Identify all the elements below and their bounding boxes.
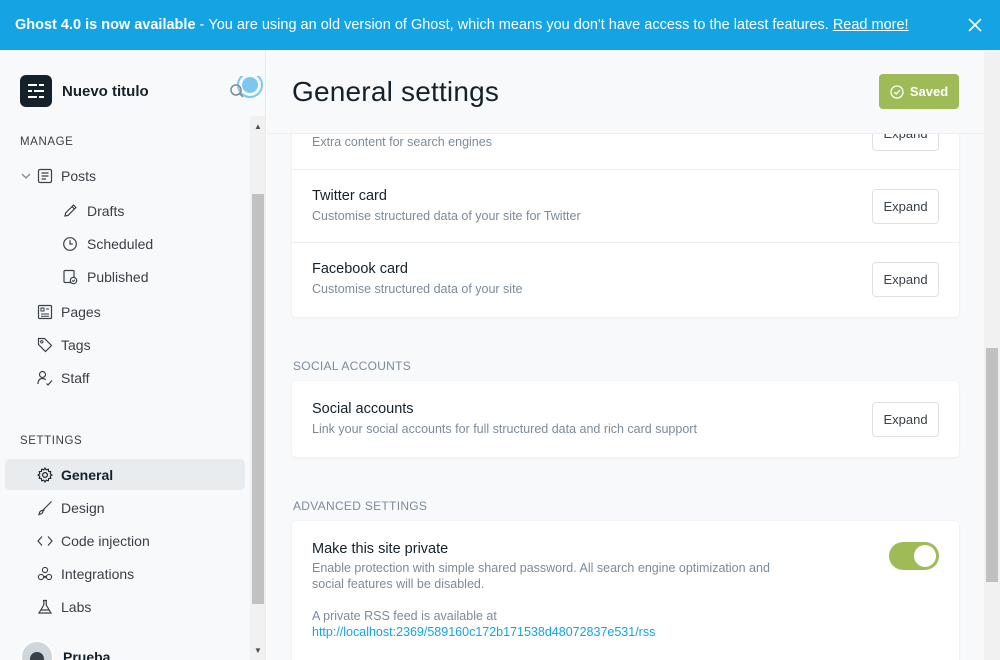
private-site-toggle[interactable] [889, 542, 939, 570]
page-header: General settings Saved [267, 50, 984, 134]
sidebar-scrollbar-thumb[interactable] [252, 194, 264, 604]
sidebar-item-label: Tags [61, 336, 91, 353]
gear-icon [36, 466, 54, 484]
row-title: Facebook card [312, 261, 408, 277]
sidebar-item-label: Drafts [87, 202, 125, 219]
row-description: Link your social accounts for full struc… [312, 422, 697, 436]
row-description-line2: social features will be disabled. [312, 577, 485, 591]
sidebar-item-label: General [61, 466, 114, 483]
sidebar-item-scheduled[interactable]: Scheduled [5, 228, 245, 259]
social-accounts-card: Social accounts Link your social account… [292, 381, 959, 457]
sidebar-item-labs[interactable]: Labs [5, 591, 245, 622]
sidebar-item-label: Code injection [61, 532, 150, 549]
published-icon [61, 268, 79, 286]
save-button-label: Saved [909, 84, 949, 99]
banner-separator: - [199, 17, 205, 33]
upgrade-banner: Ghost 4.0 is now available - You are usi… [0, 0, 1000, 50]
code-icon [36, 532, 54, 550]
expand-button[interactable]: Expand [872, 189, 939, 224]
save-button[interactable]: Saved [879, 74, 959, 109]
tag-icon [36, 336, 54, 354]
sidebar-item-label: Scheduled [87, 235, 154, 252]
banner-version-text: Ghost 4.0 is now available [15, 17, 196, 33]
site-title: Nuevo titulo [62, 82, 149, 100]
check-circle-icon [890, 84, 904, 99]
search-icon[interactable] [228, 72, 265, 116]
pencil-icon [61, 202, 79, 220]
meta-row-facebook: Facebook card Customise structured data … [292, 243, 959, 317]
private-site-card: Make this site private Enable protection… [292, 521, 959, 660]
row-title: Social accounts [312, 401, 414, 417]
row-description: Extra content for search engines [312, 135, 492, 149]
main-content: Extra content for search engines Expand … [267, 50, 1000, 660]
row-title: Twitter card [312, 188, 387, 204]
row-title: Make this site private [312, 541, 449, 557]
social-accounts-heading: SOCIAL ACCOUNTS [293, 359, 412, 373]
sidebar-item-design[interactable]: Design [5, 492, 245, 523]
sidebar-item-label: Labs [61, 598, 92, 615]
rss-feed-link[interactable]: http://localhost:2369/589160c172b171538d… [312, 625, 655, 639]
sidebar-item-label: Published [87, 268, 149, 285]
sidebar-item-label: Design [61, 499, 105, 516]
pages-icon [36, 303, 54, 321]
row-description: Customise structured data of your site [312, 282, 523, 296]
row-description: Customise structured data of your site f… [312, 209, 581, 223]
close-icon[interactable] [964, 14, 986, 36]
staff-icon [36, 369, 54, 387]
brush-icon [36, 499, 54, 517]
main-scrollbar[interactable] [984, 50, 1000, 660]
site-brand[interactable]: Nuevo titulo [20, 75, 149, 107]
sidebar-item-label: Posts [61, 167, 97, 184]
chevron-down-icon[interactable] [216, 654, 228, 660]
sidebar-item-staff[interactable]: Staff [5, 362, 245, 393]
site-logo-icon [20, 75, 52, 107]
main-scrollbar-thumb[interactable] [986, 348, 998, 582]
avatar [20, 640, 54, 660]
sidebar-item-general[interactable]: General [5, 459, 245, 490]
toggle-knob [914, 545, 936, 567]
expand-button[interactable]: Expand [872, 262, 939, 297]
meta-row-twitter: Twitter card Customise structured data o… [292, 170, 959, 243]
banner-read-more-link[interactable]: Read more! [833, 17, 909, 33]
posts-icon [36, 167, 54, 185]
sidebar-item-drafts[interactable]: Drafts [5, 195, 245, 226]
scroll-up-arrow-icon[interactable]: ▲ [254, 122, 262, 131]
sidebar-item-code-injection[interactable]: Code injection [5, 525, 245, 556]
banner-message: You are using an old version of Ghost, w… [208, 17, 829, 33]
sidebar-item-label: Integrations [61, 565, 135, 582]
sidebar-item-posts[interactable]: Posts [5, 160, 245, 191]
chevron-down-icon[interactable] [17, 167, 35, 185]
user-name: Prueba [63, 649, 111, 660]
sidebar-item-tags[interactable]: Tags [5, 329, 245, 360]
flask-icon [36, 598, 54, 616]
clock-icon [61, 235, 79, 253]
row-description-line1: Enable protection with simple shared pas… [312, 561, 770, 575]
user-menu[interactable]: Prueba [20, 640, 110, 660]
sidebar-item-pages[interactable]: Pages [5, 296, 245, 327]
sidebar-item-label: Staff [61, 369, 90, 386]
rss-feed-text: A private RSS feed is available at [312, 609, 497, 623]
sidebar-item-label: Pages [61, 303, 101, 320]
expand-button[interactable]: Expand [872, 402, 939, 437]
settings-section-label: SETTINGS [20, 435, 83, 447]
scroll-down-arrow-icon[interactable]: ▼ [254, 646, 262, 655]
page-title: General settings [292, 76, 500, 107]
sidebar-item-integrations[interactable]: Integrations [5, 558, 245, 589]
advanced-settings-heading: ADVANCED SETTINGS [293, 499, 428, 513]
manage-section-label: MANAGE [20, 136, 74, 148]
integrations-icon [36, 565, 54, 583]
sidebar-item-published[interactable]: Published [5, 261, 245, 292]
sidebar: Nuevo titulo MANAGE Posts Drafts Schedul… [0, 50, 266, 660]
sidebar-scrollbar[interactable]: ▲ ▼ [250, 116, 265, 660]
